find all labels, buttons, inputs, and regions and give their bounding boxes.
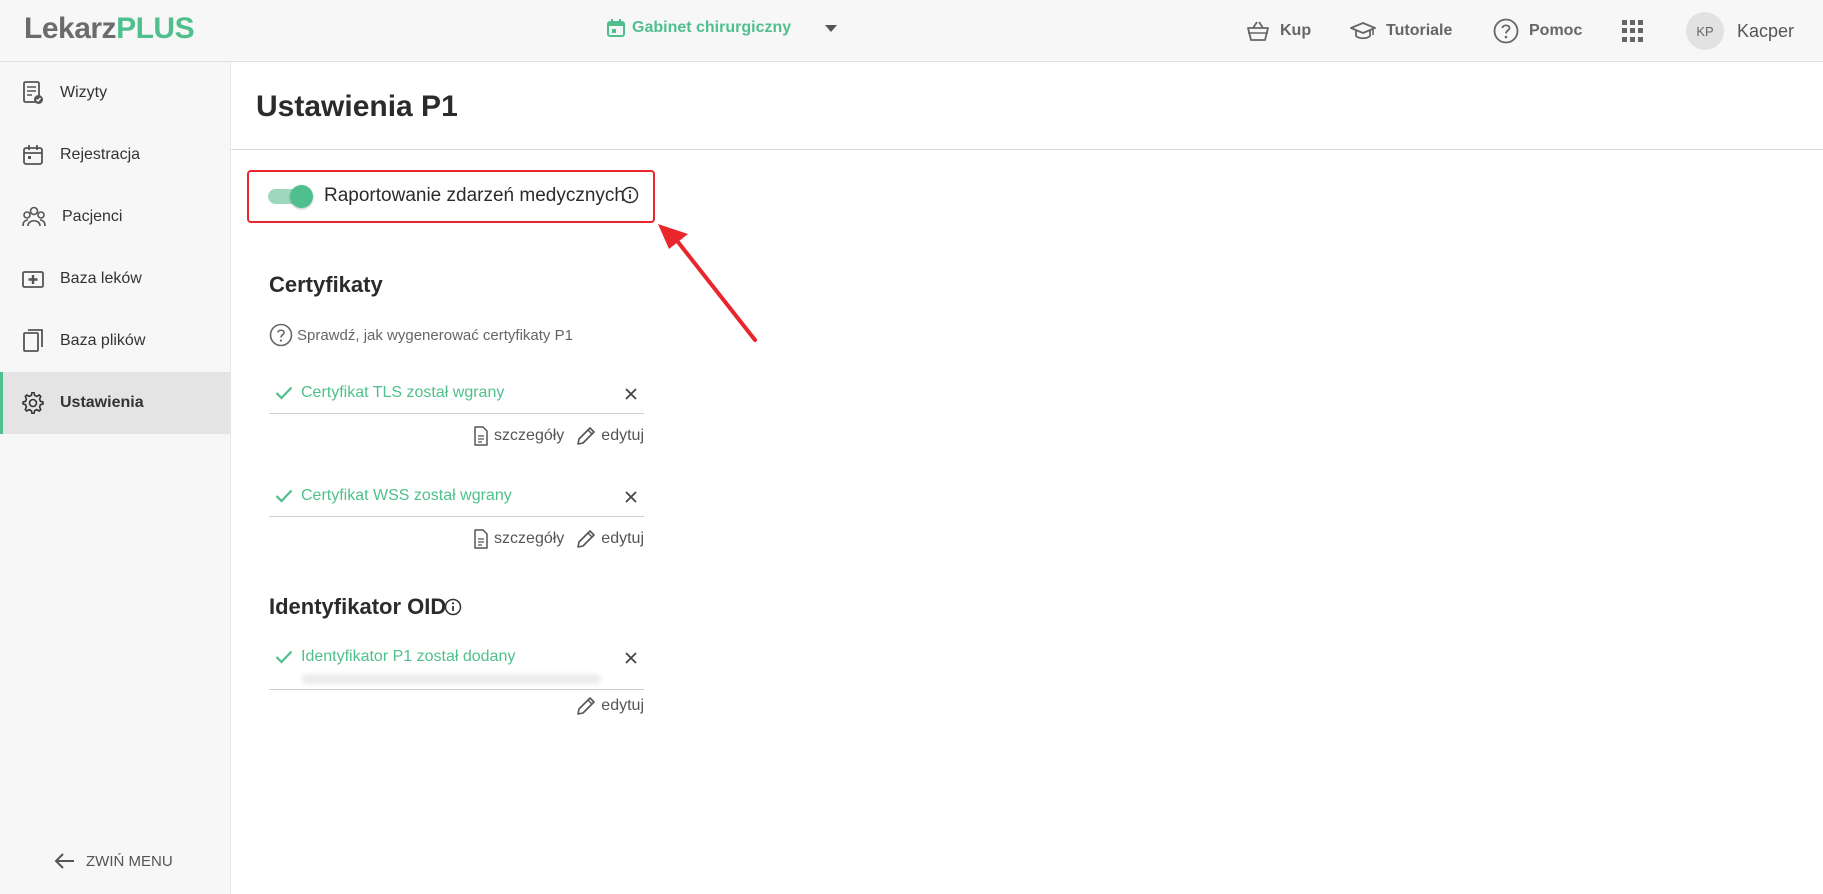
checkmark-icon (275, 489, 293, 503)
oid-actions: edytuj (564, 696, 644, 716)
info-icon[interactable] (444, 598, 462, 616)
edit-label: edytuj (601, 427, 644, 444)
redacted-oid-value (301, 674, 601, 684)
top-bar: LekarzPLUS Gabinet chirurgiczny Kup Tuto… (0, 0, 1823, 62)
help-link[interactable]: Pomoc (1493, 0, 1582, 62)
tutorials-link[interactable]: Tutoriale (1350, 0, 1452, 62)
sidebar-item-label: Baza leków (60, 270, 142, 287)
apps-grid-icon[interactable] (1622, 20, 1644, 42)
info-icon[interactable] (621, 186, 639, 204)
details-label: szczegóły (494, 530, 565, 547)
checkmark-icon (275, 650, 293, 664)
divider (231, 149, 1823, 150)
edit-button[interactable]: edytuj (576, 696, 644, 716)
reporting-toggle-label: Raportowanie zdarzeń medycznych (324, 185, 625, 206)
sidebar: Wizyty Rejestracja Pacjenci Baza leków B… (0, 62, 231, 894)
sidebar-item-label: Ustawienia (60, 394, 144, 411)
oid-row: Identyfikator P1 został dodany (269, 638, 644, 690)
edit-button[interactable]: edytuj (576, 529, 644, 549)
oid-identifier: Identyfikator P1 został dodany edytuj (269, 638, 644, 715)
help-label: Pomoc (1529, 22, 1583, 39)
sidebar-item-label: Baza plików (60, 332, 146, 349)
basket-icon (1247, 21, 1269, 41)
certificate-actions: szczegóły edytuj (461, 426, 644, 446)
details-button[interactable]: szczegóły (473, 426, 564, 446)
close-icon[interactable] (624, 490, 638, 504)
clinic-name: Gabinet chirurgiczny (632, 19, 792, 36)
sidebar-item-label: Pacjenci (62, 208, 123, 225)
patients-icon (22, 206, 46, 227)
certificate-row: Certyfikat TLS został wgrany (269, 374, 644, 414)
help-icon (269, 323, 293, 347)
toggle-knob (290, 185, 313, 208)
sidebar-item-label: Rejestracja (60, 146, 141, 163)
sidebar-item-pacjenci[interactable]: Pacjenci (0, 186, 231, 248)
certificate-actions: szczegóły edytuj (461, 529, 644, 549)
close-icon[interactable] (624, 651, 638, 665)
details-button[interactable]: szczegóły (473, 529, 564, 549)
certificate-status: Certyfikat WSS został wgrany (301, 487, 512, 504)
edit-label: edytuj (601, 697, 644, 714)
collapse-menu-label: ZWIŃ MENU (86, 852, 173, 870)
page-title: Ustawienia P1 (256, 90, 458, 123)
details-label: szczegóły (494, 427, 565, 444)
chevron-down-icon[interactable] (825, 25, 837, 32)
checkmark-icon (275, 386, 293, 400)
certificates-heading: Certyfikaty (269, 272, 383, 297)
buy-link[interactable]: Kup (1246, 0, 1311, 62)
calendar-icon (23, 145, 43, 165)
sidebar-item-label: Wizyty (60, 84, 108, 101)
edit-button[interactable]: edytuj (576, 426, 644, 446)
buy-label: Kup (1280, 22, 1312, 39)
sidebar-item-rejestracja[interactable]: Rejestracja (0, 124, 231, 186)
logo-text-accent: PLUS (116, 12, 195, 45)
annotation-arrow (658, 224, 757, 342)
help-link-label: Sprawdź, jak wygenerować certyfikaty P1 (297, 326, 573, 344)
help-icon (1493, 18, 1519, 44)
gear-icon (22, 392, 44, 414)
sidebar-item-ustawienia[interactable]: Ustawienia (0, 372, 231, 434)
pencil-icon (577, 427, 596, 445)
calendar-icon (607, 19, 625, 37)
app-logo[interactable]: LekarzPLUS (24, 12, 195, 46)
collapse-menu-button[interactable]: ZWIŃ MENU (54, 852, 173, 870)
sidebar-item-baza-plikow[interactable]: Baza plików (0, 310, 231, 372)
close-icon[interactable] (624, 387, 638, 401)
graduation-cap-icon (1350, 22, 1376, 40)
arrow-left-icon (54, 853, 74, 869)
sidebar-item-baza-lekow[interactable]: Baza leków (0, 248, 231, 310)
certificates-help-link[interactable]: Sprawdź, jak wygenerować certyfikaty P1 (269, 323, 573, 347)
certificate-wss: Certyfikat WSS został wgrany szczegóły e… (269, 477, 644, 549)
pencil-icon (577, 697, 596, 715)
medicine-icon (22, 271, 44, 288)
certificate-status: Certyfikat TLS został wgrany (301, 384, 505, 401)
document-icon (474, 426, 488, 446)
sidebar-item-wizyty[interactable]: Wizyty (0, 62, 231, 124)
oid-status: Identyfikator P1 został dodany (301, 648, 516, 665)
tutorials-label: Tutoriale (1386, 22, 1453, 39)
avatar[interactable]: KP (1686, 12, 1724, 50)
logo-text: Lekarz (24, 12, 117, 45)
clinic-selector[interactable]: Gabinet chirurgiczny (606, 18, 791, 38)
certificate-tls: Certyfikat TLS został wgrany szczegóły e… (269, 374, 644, 446)
reporting-toggle[interactable] (268, 185, 314, 208)
certificate-row: Certyfikat WSS został wgrany (269, 477, 644, 517)
visits-icon (23, 81, 43, 104)
oid-heading: Identyfikator OID (269, 594, 447, 619)
user-name[interactable]: Kacper (1737, 21, 1794, 42)
document-icon (474, 529, 488, 549)
edit-label: edytuj (601, 530, 644, 547)
files-icon (23, 329, 43, 352)
pencil-icon (577, 530, 596, 548)
